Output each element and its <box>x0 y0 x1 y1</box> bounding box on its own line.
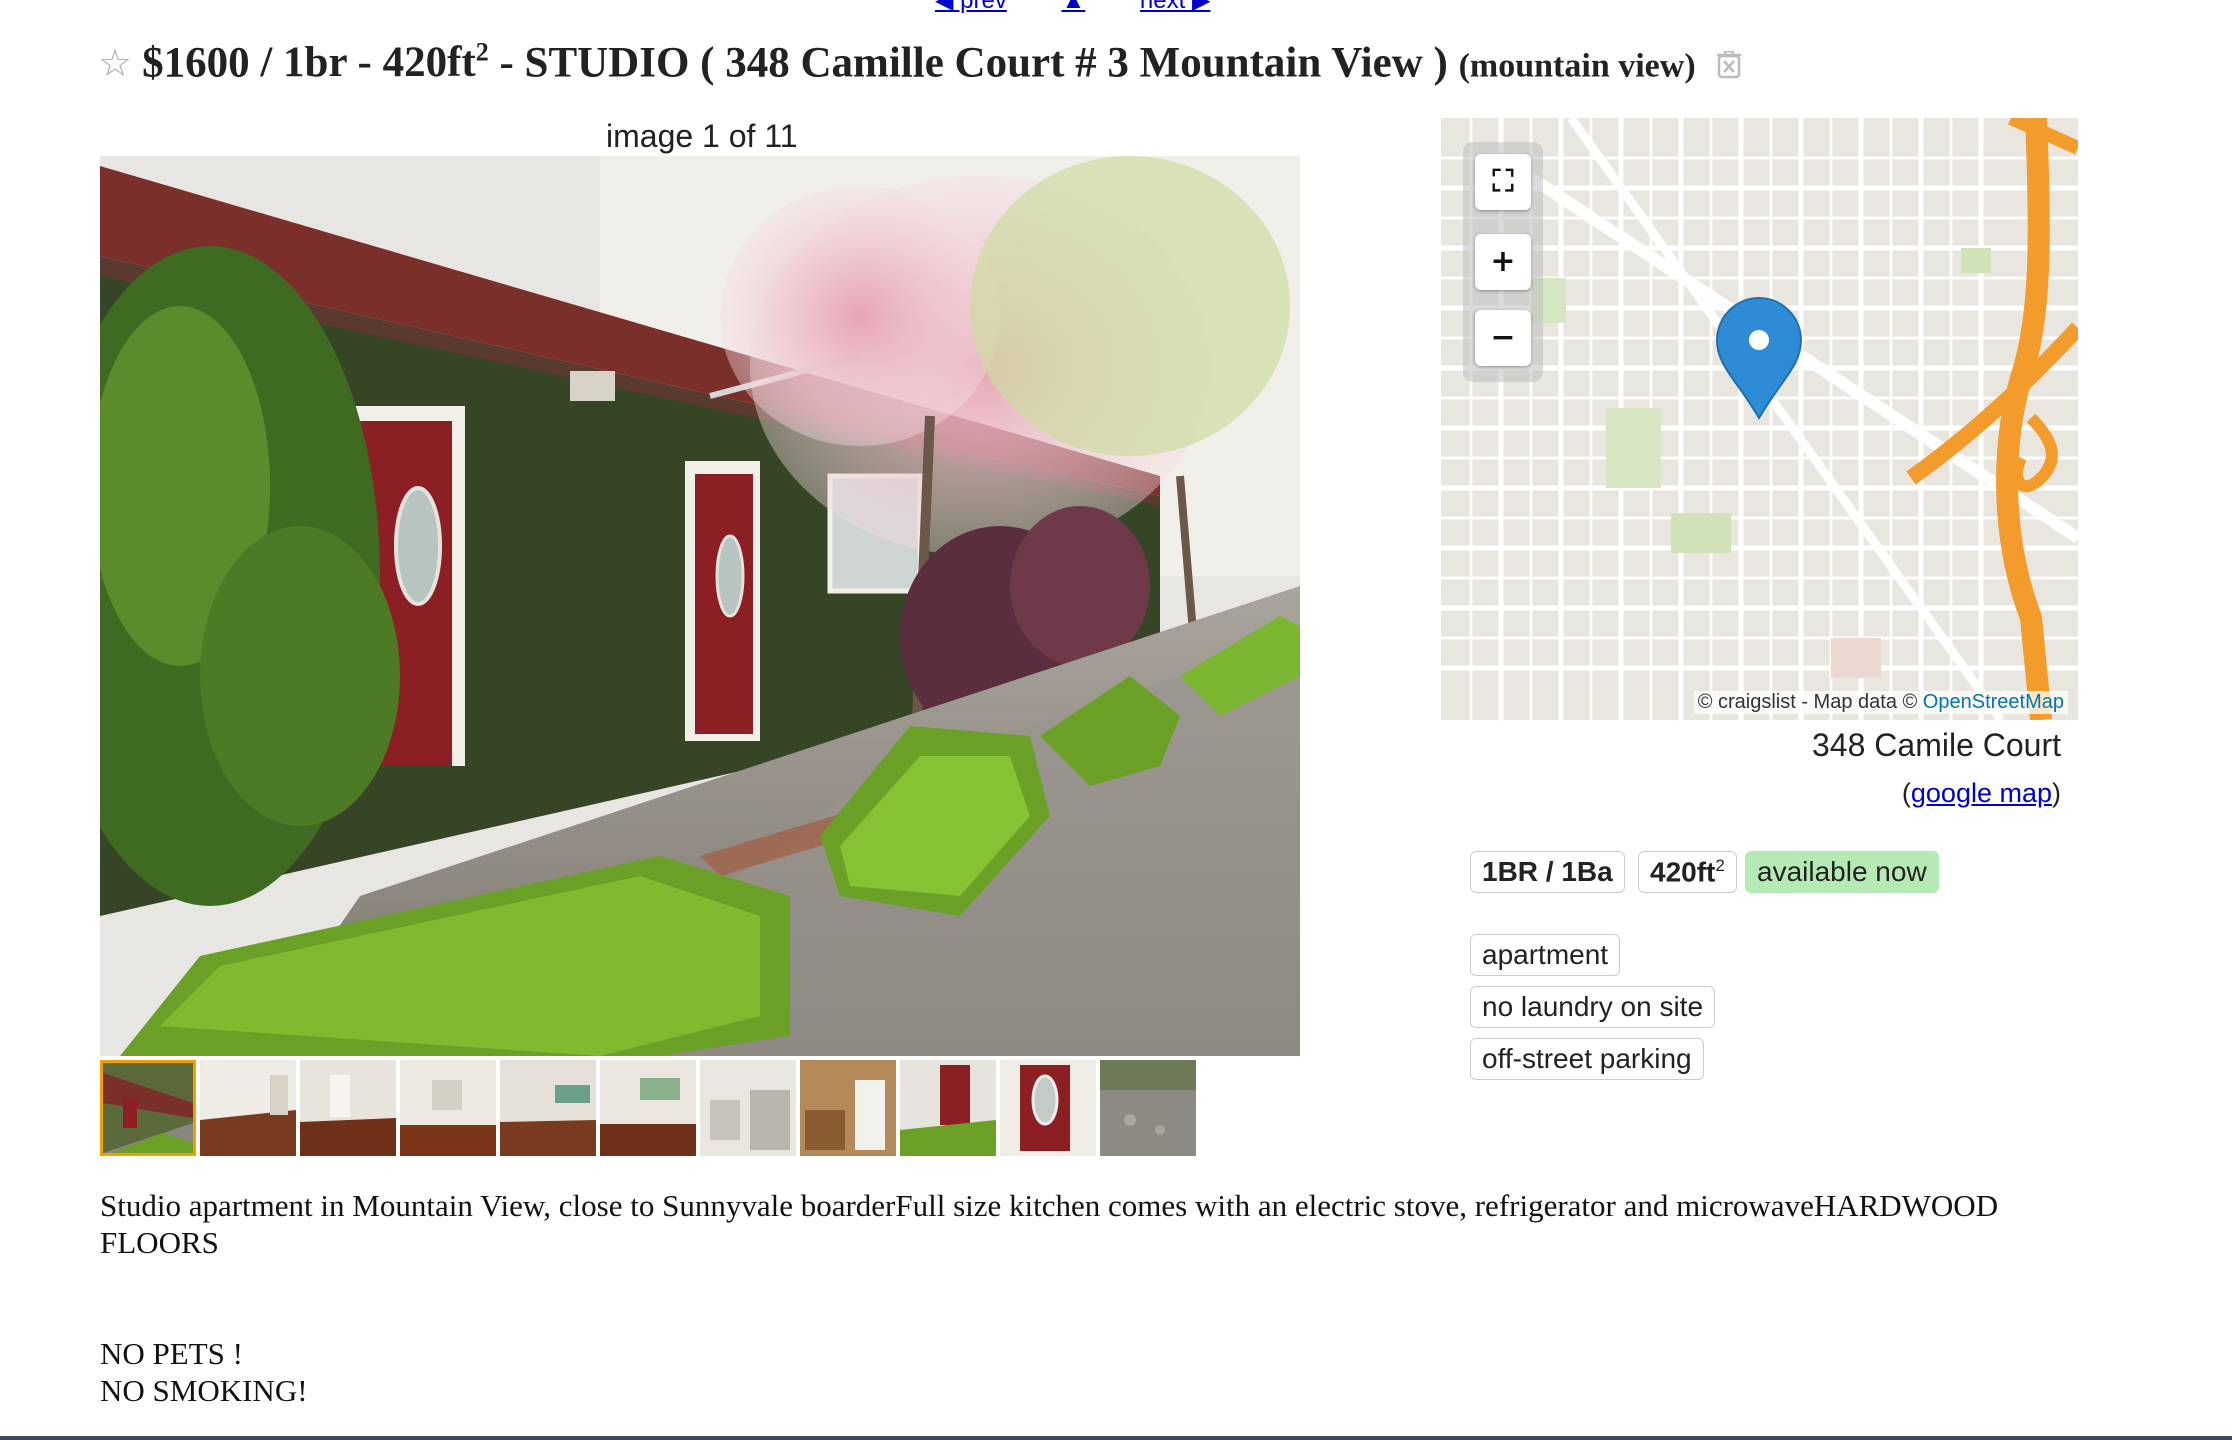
body-line-3: NO SMOKING! <box>100 1373 308 1408</box>
posting-body: Studio apartment in Mountain View, close… <box>100 1187 2100 1409</box>
next-link[interactable]: next ▶ <box>1140 0 1211 14</box>
body-line-2: NO PETS ! <box>100 1336 243 1371</box>
map-controls: ⛶ + − <box>1463 142 1543 382</box>
attr-br-ba: 1BR / 1Ba <box>1470 851 1625 893</box>
zoom-in-button[interactable]: + <box>1475 234 1531 290</box>
attr-sqft: 420ft2 <box>1638 851 1737 894</box>
bottom-border <box>0 1436 2232 1440</box>
prev-link[interactable]: ◀ prev <box>935 0 1007 14</box>
google-map-link[interactable]: google map <box>1911 778 2052 808</box>
fullscreen-button[interactable]: ⛶ <box>1475 154 1531 210</box>
neighborhood: (mountain view) <box>1458 47 1696 85</box>
location-map[interactable]: ⛶ + − © craigslist - Map data © OpenStre… <box>1441 118 2078 720</box>
posting-title: ☆ $1600 / 1br - 420ft2 - STUDIO ( 348 Cam… <box>98 38 1742 87</box>
thumbnail-7[interactable] <box>700 1060 796 1156</box>
main-photo[interactable] <box>100 156 1300 1056</box>
thumbnail-3[interactable] <box>300 1060 396 1156</box>
thumbnail-9[interactable] <box>900 1060 996 1156</box>
hide-trash-icon[interactable] <box>1716 51 1742 79</box>
up-link[interactable]: ▲ <box>1061 0 1085 14</box>
attr-housing-type: apartment <box>1470 934 1621 976</box>
google-map-link-container: (google map) <box>1901 778 2061 808</box>
thumbnail-strip <box>100 1060 1200 1156</box>
image-counter: image 1 of 11 <box>606 118 798 154</box>
title-text: - STUDIO ( 348 Camille Court # 3 Mountai… <box>488 39 1448 87</box>
listing-nav: ◀ prev ▲ next ▶ <box>935 0 1258 15</box>
attr-availability: available now <box>1745 851 1939 893</box>
thumbnail-1[interactable] <box>100 1060 196 1156</box>
thumbnail-4[interactable] <box>400 1060 496 1156</box>
main-photo-image <box>100 156 1300 1056</box>
thumbnail-2[interactable] <box>200 1060 296 1156</box>
map-attribution: © craigslist - Map data © OpenStreetMap <box>1693 691 2068 714</box>
thumbnail-6[interactable] <box>600 1060 696 1156</box>
thumbnail-11[interactable] <box>1100 1060 1196 1156</box>
thumbnail-8[interactable] <box>800 1060 896 1156</box>
price: $1600 <box>142 39 250 87</box>
body-line-1: Studio apartment in Mountain View, close… <box>100 1188 1999 1260</box>
housing: / 1br - 420ft2 <box>260 38 489 87</box>
openstreetmap-link[interactable]: OpenStreetMap <box>1923 691 2064 713</box>
attr-laundry: no laundry on site <box>1470 986 1716 1028</box>
thumbnail-5[interactable] <box>500 1060 596 1156</box>
attr-parking: off-street parking <box>1470 1038 1704 1080</box>
zoom-out-button[interactable]: − <box>1475 310 1531 366</box>
favorite-star-icon[interactable]: ☆ <box>98 43 132 85</box>
thumbnail-10[interactable] <box>1000 1060 1096 1156</box>
map-address: 348 Camile Court <box>1812 727 2061 763</box>
